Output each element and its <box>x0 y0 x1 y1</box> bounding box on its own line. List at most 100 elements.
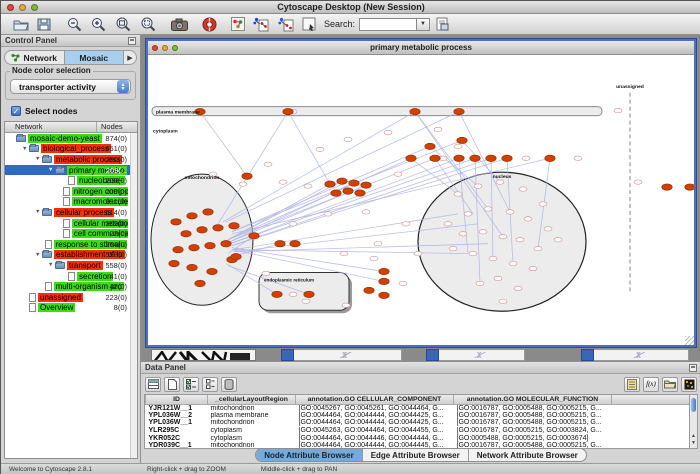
tree-row[interactable]: cellular metabo209(0) <box>5 218 137 229</box>
attribute-list-icon[interactable] <box>624 377 640 392</box>
node[interactable] <box>444 222 452 226</box>
table-column-header[interactable]: ID <box>146 395 208 404</box>
selected-node[interactable] <box>379 268 389 274</box>
edge[interactable] <box>218 112 288 224</box>
node[interactable] <box>289 222 297 226</box>
minimized-window-thumbnail[interactable] <box>151 349 256 361</box>
node[interactable] <box>414 251 422 255</box>
expand-arrow-icon[interactable]: ▼ <box>35 156 42 162</box>
node[interactable] <box>494 276 502 280</box>
selected-node[interactable] <box>242 173 252 179</box>
tab-network-attribute-browser[interactable]: Network Attribute Browser <box>469 449 586 461</box>
snapshot-icon[interactable] <box>171 16 188 33</box>
edge[interactable] <box>200 112 247 177</box>
node[interactable] <box>384 130 392 134</box>
selected-node[interactable] <box>502 155 512 161</box>
scroll-down-arrow[interactable]: ▼ <box>690 440 697 447</box>
tree-row[interactable]: mosaic-demo-yeast874(0) <box>5 133 137 144</box>
selected-node[interactable] <box>361 182 371 188</box>
node[interactable] <box>499 235 507 239</box>
node[interactable] <box>239 182 247 186</box>
node[interactable] <box>522 156 530 160</box>
selected-node[interactable] <box>349 180 359 186</box>
node[interactable] <box>262 271 270 275</box>
tree-row[interactable]: unassigned223(0) <box>5 292 137 303</box>
node[interactable] <box>370 256 378 260</box>
new-attribute-icon[interactable] <box>164 377 180 392</box>
expand-arrow-icon[interactable]: ▼ <box>48 167 55 173</box>
node[interactable] <box>506 210 514 214</box>
import-table-icon[interactable] <box>278 16 294 33</box>
selected-node[interactable] <box>545 155 555 161</box>
unselect-attributes-icon[interactable] <box>202 377 218 392</box>
minimized-window-thumbnail[interactable] <box>426 349 525 361</box>
node[interactable] <box>279 180 287 184</box>
zoom-out-icon[interactable] <box>67 16 82 33</box>
tree-row[interactable]: nucleobase-209(0) <box>5 175 137 186</box>
node[interactable] <box>454 192 462 196</box>
selected-node[interactable] <box>454 108 464 114</box>
tree-row[interactable]: secretion41(0) <box>5 271 137 282</box>
open-icon[interactable] <box>13 16 29 33</box>
selected-node[interactable] <box>207 268 217 274</box>
node[interactable] <box>476 281 484 285</box>
node[interactable] <box>514 286 522 290</box>
node[interactable] <box>264 162 272 166</box>
table-column-header[interactable]: annotation.GO MOLECULAR_FUNCTION <box>454 395 612 404</box>
tree-row[interactable]: ▼biological_process651(0) <box>5 144 137 155</box>
selected-node[interactable] <box>406 155 416 161</box>
selected-node[interactable] <box>304 291 314 297</box>
table-row[interactable]: YLR295Ccytoplasm[GO:0045263, GO:0044464,… <box>146 427 693 435</box>
tree-column-network[interactable]: Network <box>5 122 97 132</box>
select-all-attributes-icon[interactable] <box>145 377 161 392</box>
network-graph[interactable]: plasma membranecytoplasmmitochondrionnuc… <box>148 55 694 345</box>
attribute-checklist-icon[interactable] <box>183 377 199 392</box>
selected-node[interactable] <box>425 143 435 149</box>
selected-node[interactable] <box>187 213 197 219</box>
node[interactable] <box>362 210 370 214</box>
selected-node[interactable] <box>486 155 496 161</box>
node[interactable] <box>394 172 402 176</box>
matrix-icon[interactable] <box>681 377 697 392</box>
delete-attribute-icon[interactable] <box>221 377 237 392</box>
selected-node[interactable] <box>662 184 672 190</box>
selected-node[interactable] <box>410 108 420 114</box>
edge[interactable] <box>226 112 459 222</box>
table-scrollbar[interactable]: ▲ ▼ <box>689 394 698 449</box>
expand-arrow-icon[interactable]: ▼ <box>35 252 42 258</box>
search-dropdown-button[interactable]: ▼ <box>417 18 430 31</box>
selected-node[interactable] <box>355 190 365 196</box>
tabs-overflow-arrow[interactable]: ▶ <box>124 54 136 62</box>
expand-arrow-icon[interactable]: ▼ <box>35 209 42 215</box>
select-nodes-checkbox[interactable]: ✓ <box>11 106 21 116</box>
node[interactable] <box>634 180 642 184</box>
table-column-header[interactable]: _cellularLayoutRegion <box>208 395 296 404</box>
node[interactable] <box>539 202 547 206</box>
minimized-window-thumbnail[interactable] <box>581 349 689 361</box>
selected-node[interactable] <box>275 241 285 247</box>
attribute-table-header-row[interactable]: ID_cellularLayoutRegionannotation.GO CEL… <box>146 395 693 404</box>
filter-icon[interactable] <box>436 16 449 33</box>
selected-node[interactable] <box>231 253 241 259</box>
selected-node[interactable] <box>249 233 259 239</box>
selected-node[interactable] <box>454 155 464 161</box>
selected-node[interactable] <box>171 219 181 225</box>
node[interactable] <box>454 144 462 148</box>
tree-row[interactable]: ▼transport558(0) <box>5 260 137 271</box>
selected-node[interactable] <box>195 280 205 286</box>
node[interactable] <box>344 137 352 141</box>
selected-node[interactable] <box>205 243 215 249</box>
plasma-membrane-region[interactable] <box>152 107 602 116</box>
selected-node[interactable] <box>181 231 191 237</box>
selected-node[interactable] <box>379 278 389 284</box>
node[interactable] <box>529 266 537 270</box>
node[interactable] <box>459 232 467 236</box>
node[interactable] <box>342 303 350 307</box>
table-row[interactable]: YKR052Ccytoplasm[GO:0044464, GO:0044446,… <box>146 434 693 442</box>
selected-node[interactable] <box>470 155 480 161</box>
tree-row[interactable]: response to stimulu264(0) <box>5 239 137 250</box>
selected-node[interactable] <box>379 292 389 298</box>
tree-row[interactable]: multi-organism pro42(0) <box>5 281 137 292</box>
zoom-selected-icon[interactable] <box>140 16 156 33</box>
selected-node[interactable] <box>364 287 374 293</box>
